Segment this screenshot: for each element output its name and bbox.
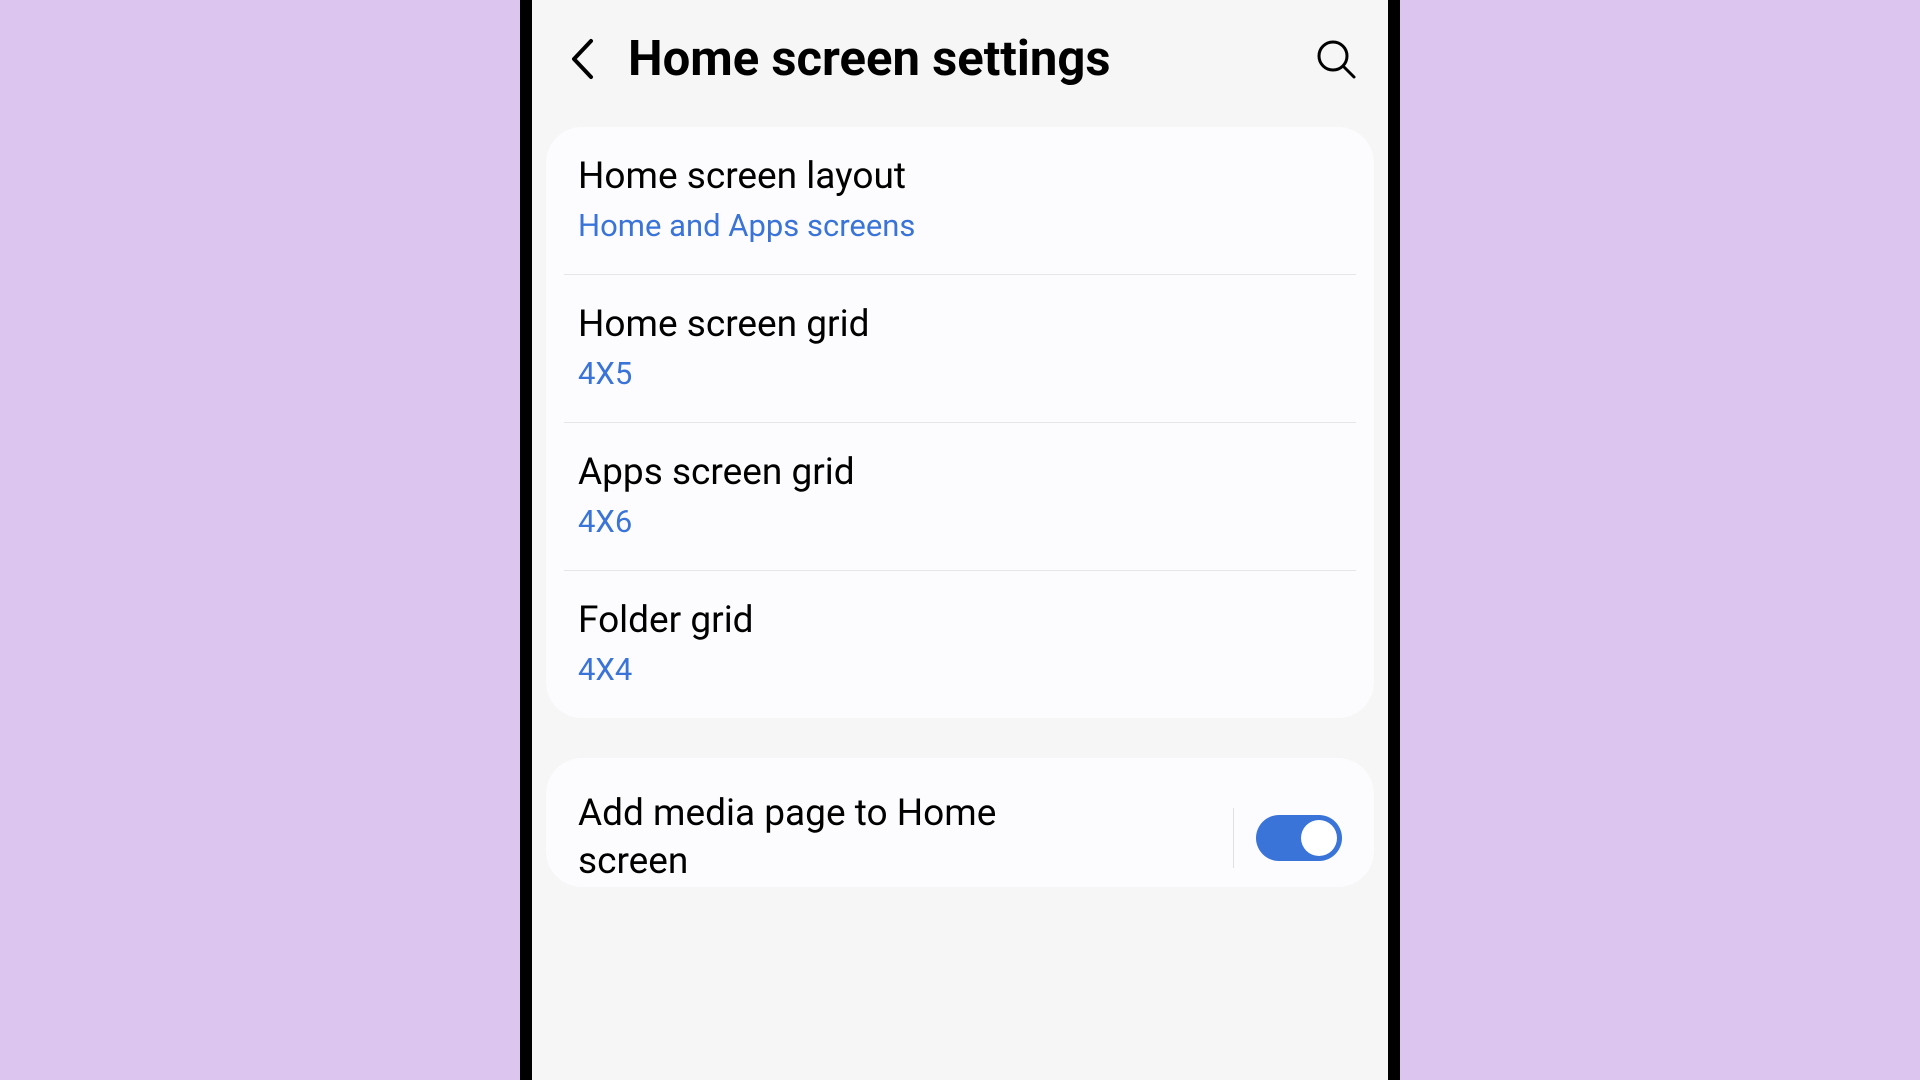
- setting-title: Folder grid: [578, 597, 1342, 645]
- setting-folder-grid[interactable]: Folder grid 4X4: [546, 571, 1374, 718]
- toggle-text: Add media page to Home screen: [578, 790, 1223, 886]
- chevron-left-icon: [569, 38, 595, 80]
- toggle-title: Add media page to Home screen: [578, 790, 1098, 886]
- setting-value: 4X6: [578, 503, 1342, 540]
- setting-title: Home screen grid: [578, 301, 1342, 349]
- search-icon: [1315, 38, 1357, 80]
- toggle-switch[interactable]: [1256, 815, 1342, 861]
- setting-title: Home screen layout: [578, 153, 1342, 201]
- setting-home-screen-grid[interactable]: Home screen grid 4X5: [546, 275, 1374, 422]
- setting-add-media-page[interactable]: Add media page to Home screen: [546, 758, 1374, 886]
- setting-title: Apps screen grid: [578, 449, 1342, 497]
- back-button[interactable]: [562, 39, 602, 79]
- phone-frame: Home screen settings Home screen layout …: [520, 0, 1400, 1080]
- settings-card-grid: Home screen layout Home and Apps screens…: [546, 127, 1374, 718]
- phone-screen: Home screen settings Home screen layout …: [532, 0, 1388, 1080]
- setting-home-screen-layout[interactable]: Home screen layout Home and Apps screens: [546, 127, 1374, 274]
- page-title: Home screen settings: [628, 30, 1288, 87]
- search-button[interactable]: [1314, 37, 1358, 81]
- setting-value: Home and Apps screens: [578, 207, 1342, 244]
- setting-value: 4X5: [578, 355, 1342, 392]
- setting-value: 4X4: [578, 651, 1342, 688]
- toggle-knob: [1301, 820, 1337, 856]
- settings-card-toggle: Add media page to Home screen: [546, 758, 1374, 886]
- divider: [1233, 808, 1234, 868]
- setting-apps-screen-grid[interactable]: Apps screen grid 4X6: [546, 423, 1374, 570]
- header: Home screen settings: [532, 0, 1388, 127]
